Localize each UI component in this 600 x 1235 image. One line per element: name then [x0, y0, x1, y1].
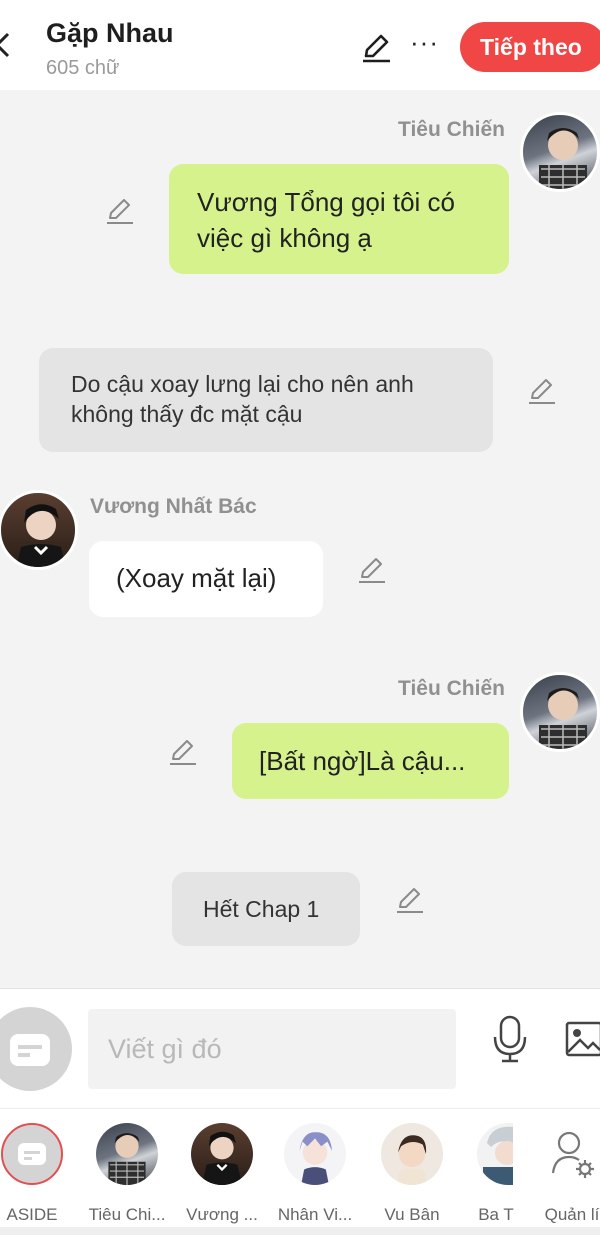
character-manage[interactable]: Quản lí: [527, 1123, 600, 1225]
character-label: Tiêu Chi...: [88, 1205, 166, 1224]
manage-characters-icon: [541, 1123, 600, 1185]
character-label: Quản lí: [544, 1205, 600, 1224]
avatar: [284, 1123, 346, 1185]
speaker-name: Tiêu Chiến: [398, 677, 505, 700]
word-count: 605 chữ: [46, 57, 120, 79]
top-bar: Gặp Nhau 605 chữ ··· Tiếp theo: [0, 0, 600, 90]
avatar[interactable]: [520, 112, 600, 192]
avatar: [191, 1123, 253, 1185]
aside-toggle-button[interactable]: [0, 1007, 72, 1091]
aside-avatar: [1, 1123, 63, 1185]
speaker-name: Tiêu Chiến: [398, 118, 505, 141]
character-nhan-vien[interactable]: Nhân Vi...: [270, 1123, 360, 1225]
edit-icon[interactable]: [360, 32, 392, 64]
more-icon[interactable]: ···: [410, 29, 440, 60]
edit-message-icon[interactable]: [395, 885, 425, 915]
character-tieu-chien[interactable]: Tiêu Chi...: [82, 1123, 172, 1225]
character-aside[interactable]: ASIDE: [0, 1123, 77, 1225]
speaker-name: Vương Nhất Bác: [90, 495, 257, 518]
avatar: [96, 1123, 158, 1185]
story-title: Gặp Nhau: [46, 18, 174, 48]
message-bubble[interactable]: (Xoay mặt lại): [89, 541, 323, 617]
message-input[interactable]: [88, 1009, 456, 1089]
image-icon[interactable]: [564, 1019, 600, 1059]
character-label: Vu Bân: [384, 1205, 440, 1224]
avatar: [477, 1123, 513, 1185]
character-label: ASIDE: [6, 1205, 58, 1224]
character-label: Nhân Vi...: [277, 1205, 353, 1224]
chat-area[interactable]: Tiêu Chiến Vương Tổng gọi tôi có việc gì…: [0, 90, 600, 988]
next-button[interactable]: Tiếp theo: [460, 22, 600, 72]
chat-bubble-icon: [10, 1034, 50, 1066]
message-bubble[interactable]: Vương Tổng gọi tôi có việc gì không ạ: [169, 164, 509, 274]
chat-bubble-icon: [18, 1143, 46, 1165]
character-bar: ASIDE Tiêu Chi... Vương ... Nhân Vi... V…: [0, 1108, 600, 1235]
narration-bubble[interactable]: Do cậu xoay lưng lại cho nên anh không t…: [39, 348, 493, 452]
back-icon[interactable]: [0, 30, 14, 60]
avatar[interactable]: [520, 672, 600, 752]
edit-message-icon[interactable]: [527, 376, 557, 406]
message-bubble[interactable]: [Bất ngờ]Là cậu...: [232, 723, 509, 799]
character-vuong-nhat-bac[interactable]: Vương ...: [177, 1123, 267, 1225]
bottom-strip: [0, 1227, 600, 1235]
narration-bubble[interactable]: Hết Chap 1: [172, 872, 360, 946]
avatar[interactable]: [0, 490, 78, 570]
character-label: Vương ...: [186, 1205, 258, 1224]
edit-message-icon[interactable]: [105, 196, 135, 226]
edit-message-icon[interactable]: [168, 737, 198, 767]
character-vu-ban[interactable]: Vu Bân: [367, 1123, 457, 1225]
composer-bar: [0, 988, 600, 1108]
avatar: [381, 1123, 443, 1185]
microphone-icon[interactable]: [490, 1014, 530, 1064]
edit-message-icon[interactable]: [357, 555, 387, 585]
